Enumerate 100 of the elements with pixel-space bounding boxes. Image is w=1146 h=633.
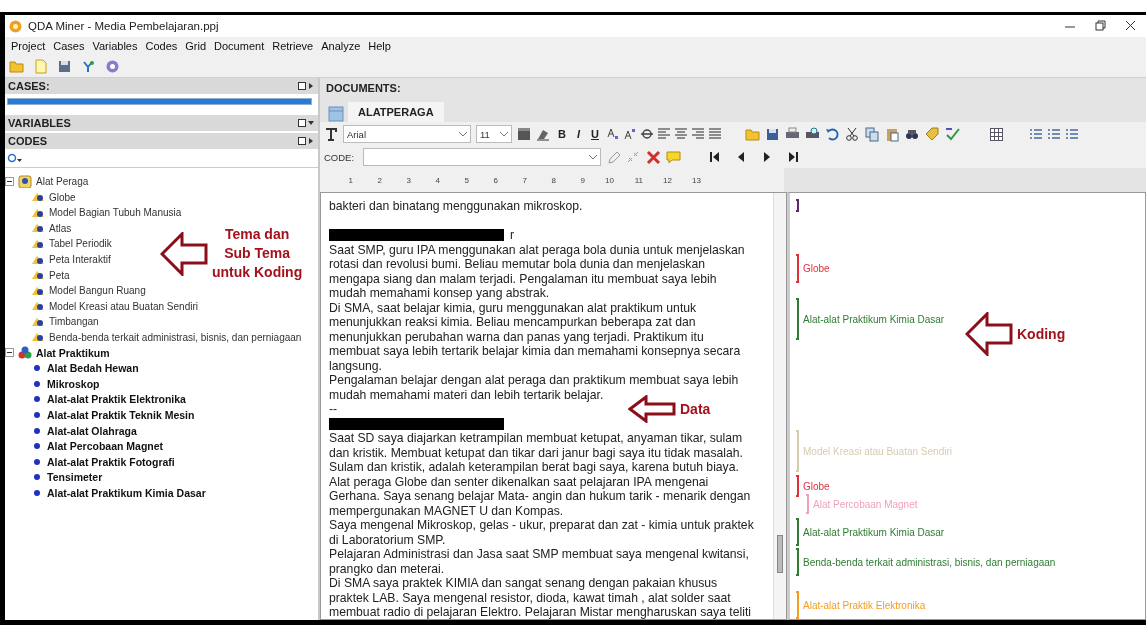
code-label[interactable]: Alat-alat Praktikum Kimia Dasar: [803, 313, 945, 325]
gear-icon[interactable]: [105, 58, 120, 74]
maximize-icon[interactable]: [298, 119, 306, 127]
maximize-icon[interactable]: [298, 137, 306, 145]
document-line: --: [329, 402, 338, 417]
coding-bracket[interactable]: [796, 518, 799, 546]
menu-item[interactable]: Grid: [181, 39, 211, 53]
tree-item[interactable]: Alat-alat Olahraga: [47, 424, 137, 437]
dot-icon: [31, 488, 43, 497]
code-label[interactable]: Alat-alat Praktikum Kimia Dasar: [803, 526, 945, 538]
annotation-text: Data: [680, 399, 711, 419]
spellcheck-icon[interactable]: [944, 126, 960, 142]
tree-item[interactable]: Alat Bedah Hewan: [47, 362, 139, 375]
tree-item[interactable]: Peta Interaktif: [49, 254, 111, 265]
code-field[interactable]: [363, 148, 602, 166]
coding-bracket[interactable]: [796, 254, 799, 283]
tree-item[interactable]: Benda-benda terkait administrasi, bisnis, dan perniagaan: [49, 331, 302, 343]
tree-item[interactable]: Mikroskop: [47, 377, 100, 390]
tree-item[interactable]: Model Bagian Tubuh Manusia: [49, 207, 182, 219]
tree-item[interactable]: Alat-alat Praktik Fotografi: [47, 455, 175, 468]
tree-item[interactable]: Alat Percobaan Magnet: [47, 440, 164, 453]
align-center-icon[interactable]: [674, 127, 687, 141]
document-line: mengapa siang dan malam terjadi. Pengalaman itu membuat saya lebih: [329, 271, 717, 286]
code-label[interactable]: Benda-benda terkait administrasi, bisnis, dan perniagaan: [803, 556, 1056, 568]
format-button[interactable]: I: [573, 128, 583, 140]
app-logo-icon: [9, 19, 22, 33]
menu-item[interactable]: Variables: [88, 39, 142, 53]
document-line: dan kristik. Membuat ketupat dan tikar dari janur bagi saya itu tidak masalah.: [329, 445, 743, 460]
grid-icon[interactable]: [989, 127, 1003, 141]
tree-item[interactable]: Tensimeter: [47, 471, 103, 484]
code-label[interactable]: Globe: [803, 480, 830, 492]
category-icon: [18, 346, 32, 360]
collapse-box-icon[interactable]: [5, 177, 14, 187]
coding-bracket[interactable]: [796, 475, 799, 497]
menu-item[interactable]: Document: [210, 39, 269, 53]
document-line: mudah memahami materi dan lebih tertarik belajar.: [329, 387, 604, 402]
justify-icon[interactable]: [708, 127, 721, 141]
menu-item[interactable]: Analyze: [317, 39, 365, 53]
maximize-icon[interactable]: [298, 82, 306, 90]
code-label[interactable]: Globe: [803, 263, 830, 274]
copy-icon[interactable]: [864, 126, 880, 142]
document-line: Saat SD saya diajarkan ketrampilan membuat ketupat, anyaman tikar, sulam: [329, 431, 743, 446]
eraser-icon[interactable]: [536, 127, 550, 141]
document-line: Pelajaran Administrasi dan Jasa saat SMP membuat saya mengenal kwitansi,: [329, 547, 749, 562]
menu-item[interactable]: Help: [364, 39, 395, 53]
first-icon[interactable]: [709, 150, 722, 164]
document-line: Saya mengenal Mikroskop, gelas - ukur, preparat dan zat - kimia untuk praktek: [329, 518, 754, 533]
strikethrough-icon[interactable]: [640, 127, 653, 141]
tree-item[interactable]: Alat-alat Praktikum Kimia Dasar: [47, 486, 206, 499]
tree-item[interactable]: Model Kreasi atau Buatan Sendiri: [49, 300, 198, 312]
tree-item[interactable]: Peta: [49, 269, 70, 281]
subscript-icon[interactable]: [606, 127, 619, 141]
undo-icon[interactable]: [824, 126, 840, 142]
code-icon: [31, 316, 45, 327]
tree-item[interactable]: Globe: [49, 191, 76, 203]
scrollbar-thumb[interactable]: [777, 535, 783, 573]
coding-bracket[interactable]: [796, 298, 799, 340]
format-button[interactable]: B: [555, 128, 569, 140]
format-button[interactable]: U: [588, 128, 602, 140]
dropdown-arrow-icon[interactable]: [308, 119, 314, 127]
bullet-list-icon[interactable]: [1028, 127, 1042, 141]
tree-item[interactable]: Model Bangun Ruang: [49, 285, 146, 297]
font-select[interactable]: Arial: [343, 125, 471, 143]
cut-icon[interactable]: [844, 126, 860, 142]
font-size-select[interactable]: 11: [476, 125, 512, 143]
tree-item[interactable]: Alat-alat Praktik Elektronika: [47, 393, 186, 406]
save-icon[interactable]: [764, 126, 780, 142]
dot-icon: [31, 395, 43, 404]
dot-icon: [31, 473, 43, 482]
expand-arrow-icon[interactable]: [308, 137, 314, 145]
tree-item[interactable]: Tabel Periodik: [49, 238, 112, 250]
tree-item[interactable]: Alat Peraga: [36, 176, 89, 188]
collapse-box-icon[interactable]: [5, 348, 14, 358]
document-tab[interactable]: ALATPERAGA: [348, 102, 444, 122]
code-label: CODE:: [324, 151, 355, 163]
delete-icon[interactable]: [646, 149, 662, 165]
tree-item[interactable]: Atlas: [49, 222, 72, 234]
align-right-icon[interactable]: [691, 127, 704, 141]
coding-bracket[interactable]: [796, 548, 799, 576]
font-icon[interactable]: [324, 127, 338, 141]
superscript-icon[interactable]: [623, 127, 636, 141]
menu-item[interactable]: Cases: [49, 39, 89, 53]
last-icon[interactable]: [787, 150, 800, 164]
tree-item[interactable]: Alat Praktikum: [36, 346, 110, 359]
menu-item[interactable]: Retrieve: [268, 39, 318, 53]
paste-icon[interactable]: [884, 126, 900, 142]
save-icon[interactable]: [57, 58, 72, 74]
document-line: mudah memahami konsep yang abstrak.: [329, 286, 550, 301]
expand-arrow-icon[interactable]: [308, 82, 314, 90]
tree-item[interactable]: Timbangan: [49, 316, 99, 328]
document-line: menunjukkan perubahan warna dan panas yang terjadi. Praktikum itu: [329, 329, 704, 344]
coding-bracket[interactable]: [796, 199, 799, 212]
menu-item[interactable]: Codes: [141, 39, 182, 53]
tree-item[interactable]: Alat-alat Praktik Teknik Mesin: [47, 408, 195, 421]
dot-icon: [31, 457, 43, 466]
document-line: Gerhana. Saya senang belajar Mata- angin dan hukum tarik - menarik dengan: [329, 489, 751, 504]
document-icon: [328, 106, 344, 122]
search-icon[interactable]: [7, 153, 23, 165]
menu-item[interactable]: Project: [7, 39, 50, 53]
document-line: bakteri dan binatang menggunakan mikroskop.: [329, 199, 583, 214]
